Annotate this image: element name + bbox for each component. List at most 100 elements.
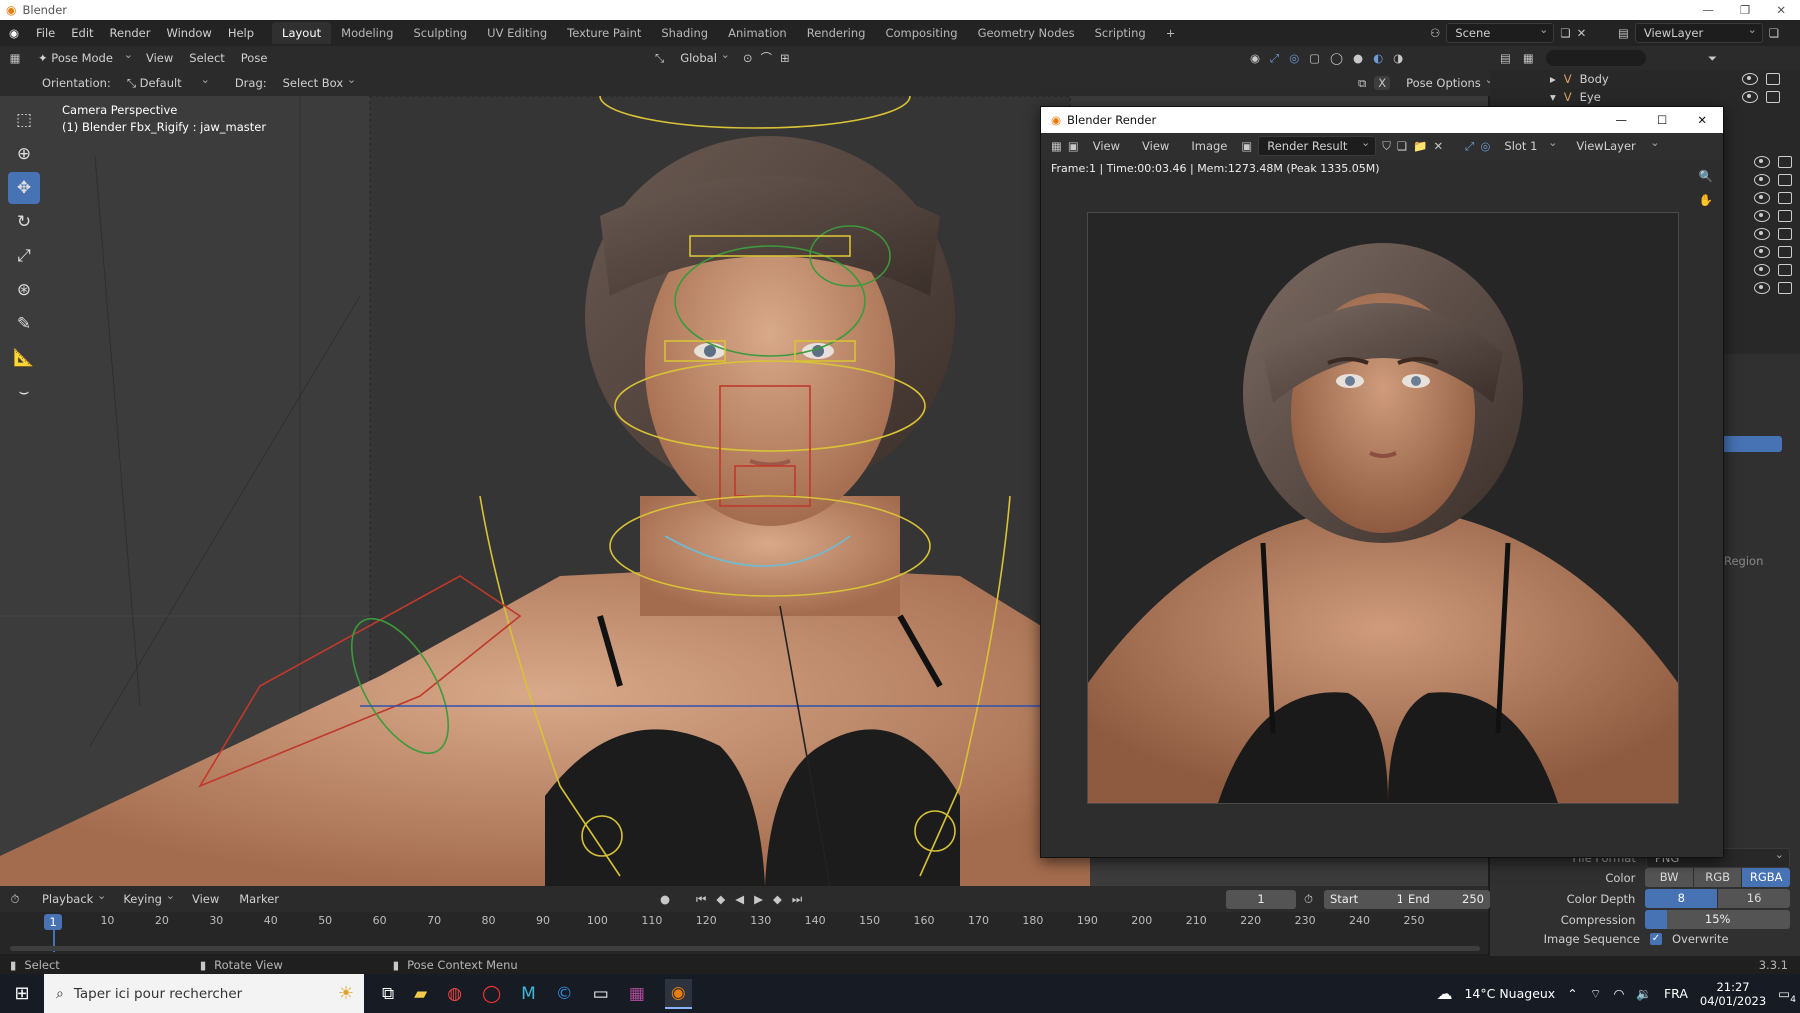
outliner-row[interactable]: ▸ V Body <box>1550 70 1800 88</box>
visibility-eye-icon[interactable] <box>1754 192 1770 204</box>
tab-sculpting[interactable]: Sculpting <box>403 22 477 44</box>
tray-expand-icon[interactable]: ⌃ <box>1567 986 1577 1001</box>
keying-menu[interactable]: Keying <box>115 887 180 908</box>
language-indicator[interactable]: FRA <box>1664 986 1688 1001</box>
shading-wireframe-icon[interactable]: ◯ <box>1330 51 1343 65</box>
shading-solid-icon[interactable]: ● <box>1353 51 1363 65</box>
add-workspace-button[interactable]: + <box>1156 22 1186 44</box>
visibility-eye-icon[interactable] <box>1754 246 1770 258</box>
gizmo-toggle-icon[interactable]: ⤢ <box>1270 51 1279 66</box>
visibility-eye-icon[interactable] <box>1742 73 1758 85</box>
restore-icon[interactable]: ❐ <box>1740 3 1750 17</box>
minimize-icon[interactable]: — <box>1703 3 1715 17</box>
close-icon[interactable]: ✕ <box>1776 3 1786 17</box>
wifi-icon[interactable]: ◠ <box>1613 986 1624 1001</box>
color-bw-button[interactable]: BW <box>1645 868 1693 887</box>
overlay-toggle-icon[interactable]: ◎ <box>1289 51 1299 65</box>
start-frame-field[interactable]: Start 1 <box>1324 889 1410 909</box>
next-keyframe-icon[interactable]: ◆ <box>773 892 782 906</box>
visibility-eye-icon[interactable] <box>1754 264 1770 276</box>
render-camera-icon[interactable] <box>1766 73 1780 85</box>
winrar-icon[interactable]: ▦ <box>629 984 645 1004</box>
playhead[interactable]: 1 <box>44 914 62 930</box>
play-icon[interactable]: ▶ <box>754 892 763 906</box>
image-browse-icon[interactable]: ▣ <box>1241 139 1252 153</box>
prev-keyframe-icon[interactable]: ◆ <box>716 892 725 906</box>
new-scene-icon[interactable]: ❏ <box>1560 26 1570 40</box>
menu-file[interactable]: File <box>28 23 63 43</box>
shading-rendered-icon[interactable]: ◑ <box>1393 51 1403 65</box>
app-window-icon[interactable]: ▭ <box>593 984 609 1004</box>
snap-icon[interactable]: ⌒ <box>761 50 773 66</box>
render-camera-icon[interactable] <box>1778 246 1792 258</box>
viewport-menu-select[interactable]: Select <box>181 48 232 68</box>
record-icon[interactable]: ● <box>660 892 670 906</box>
play-reverse-icon[interactable]: ◀ <box>735 892 744 906</box>
marker-menu[interactable]: Marker <box>231 889 287 909</box>
annotate-tool[interactable]: ✎ <box>8 308 40 340</box>
minimize-icon[interactable]: — <box>1616 113 1628 127</box>
visibility-eye-icon[interactable] <box>1742 91 1758 103</box>
tab-layout[interactable]: Layout <box>272 22 332 44</box>
outliner-filter-mode-icon[interactable]: ▦ <box>1523 51 1534 65</box>
viewlayer-field[interactable]: ViewLayer <box>1634 21 1763 43</box>
tab-rendering[interactable]: Rendering <box>797 22 876 44</box>
color-depth-8-button[interactable]: 8 <box>1645 889 1718 908</box>
render-camera-icon[interactable] <box>1778 192 1792 204</box>
volume-icon[interactable]: 🔉 <box>1636 986 1652 1002</box>
pose-options-dropdown[interactable]: Pose Options <box>1398 71 1499 92</box>
clock[interactable]: 21:27 04/01/2023 <box>1700 980 1766 1008</box>
overwrite-checkbox[interactable]: ✓ <box>1650 933 1662 945</box>
app-m-icon[interactable]: M <box>521 984 536 1004</box>
close-icon[interactable]: ✕ <box>1697 113 1707 127</box>
visibility-eye-icon[interactable] <box>1754 282 1770 294</box>
tab-modeling[interactable]: Modeling <box>331 22 403 44</box>
transform-tool[interactable]: ⊛ <box>8 274 40 306</box>
zoom-icon[interactable]: 🔍 <box>1699 169 1713 183</box>
orientation-dropdown[interactable]: ⤡ Default <box>118 71 215 92</box>
render-menu-view[interactable]: View <box>1134 136 1177 156</box>
timeline-area[interactable]: 10 20 30 40 50 60 70 80 90 100 110 120 130 140 150 160 1… <box>0 912 1488 954</box>
cursor-tool[interactable]: ⊕ <box>8 138 40 170</box>
jump-end-icon[interactable]: ⏭ <box>792 892 802 907</box>
blender-menu-icon[interactable]: ◉ <box>0 26 28 40</box>
overlay-toggle-icon[interactable]: ◎ <box>1480 139 1490 153</box>
expand-arrow-icon[interactable]: ▾ <box>1550 90 1556 104</box>
measure-tool[interactable]: 📐 <box>8 342 40 374</box>
tab-scripting[interactable]: Scripting <box>1085 22 1156 44</box>
expand-arrow-icon[interactable]: ▸ <box>1550 72 1556 86</box>
render-camera-icon[interactable] <box>1778 228 1792 240</box>
opera-icon[interactable]: ◯ <box>482 984 501 1004</box>
tab-animation[interactable]: Animation <box>718 22 797 44</box>
visibility-eye-icon[interactable] <box>1754 174 1770 186</box>
outliner-filter-icon[interactable]: ⏷ <box>1708 51 1717 66</box>
tab-texture-paint[interactable]: Texture Paint <box>557 22 651 44</box>
snap-settings-icon[interactable]: ⊞ <box>780 51 790 65</box>
menu-render[interactable]: Render <box>102 23 159 43</box>
x-axis-toggle[interactable]: X <box>1374 76 1391 90</box>
editor-type-icon[interactable]: ▦ <box>1051 139 1062 153</box>
properties-selected-item[interactable] <box>1722 436 1782 452</box>
tab-compositing[interactable]: Compositing <box>875 22 967 44</box>
windows-start-icon[interactable]: ⊞ <box>0 983 44 1004</box>
render-menu-view-mode[interactable]: View <box>1085 136 1128 156</box>
blender-taskbar-icon[interactable]: ◉ <box>664 978 692 1009</box>
tab-uv-editing[interactable]: UV Editing <box>477 22 557 44</box>
file-explorer-icon[interactable]: ▰ <box>414 984 427 1004</box>
color-rgb-button[interactable]: RGB <box>1693 868 1742 887</box>
compression-slider[interactable]: 15% <box>1645 910 1790 929</box>
menu-edit[interactable]: Edit <box>63 23 101 43</box>
visibility-eye-icon[interactable] <box>1754 156 1770 168</box>
notification-icon[interactable]: ▭ 4 <box>1778 986 1796 1005</box>
render-camera-icon[interactable] <box>1778 174 1792 186</box>
delete-scene-icon[interactable]: ✕ <box>1577 26 1587 40</box>
scale-tool[interactable]: ⤢ <box>8 240 40 272</box>
visibility-eye-icon[interactable] <box>1754 228 1770 240</box>
render-menu-image[interactable]: Image <box>1183 136 1235 156</box>
fake-user-icon[interactable]: ⛉ <box>1382 139 1391 154</box>
current-frame-field[interactable]: 1 <box>1226 889 1296 909</box>
scene-field[interactable]: Scene <box>1446 21 1555 43</box>
editor-type-icon[interactable]: ▦ <box>0 51 30 65</box>
taskbar-search[interactable]: ⌕ Taper ici pour rechercher ☀ <box>44 974 364 1013</box>
timeline-view-menu[interactable]: View <box>184 889 227 909</box>
